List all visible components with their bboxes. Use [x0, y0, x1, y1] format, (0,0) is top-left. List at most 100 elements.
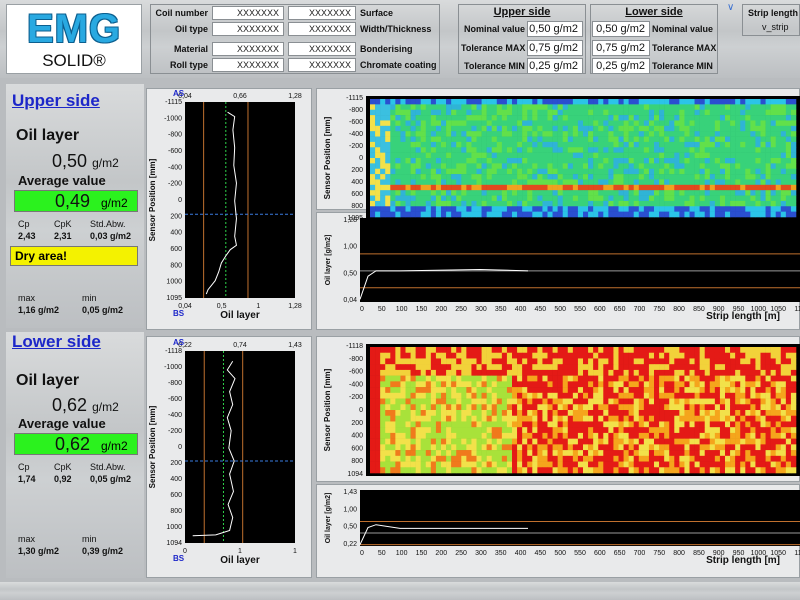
heatmap-cell	[517, 131, 523, 137]
heatmap-cell	[486, 467, 493, 474]
heatmap-cell	[623, 375, 629, 382]
heatmap-cell	[598, 152, 604, 159]
heatmap-cell	[577, 358, 584, 365]
heatmap-cell	[471, 174, 477, 180]
heatmap-cell	[441, 404, 447, 411]
heatmap-cell	[557, 450, 564, 457]
heatmap-cell	[638, 369, 645, 376]
heatmap-cell	[512, 347, 518, 354]
heatmap-cell	[461, 104, 467, 111]
heatmap-cell	[714, 364, 721, 371]
heatmap-cell	[654, 369, 660, 376]
heatmap-cell	[461, 174, 467, 180]
heatmap-cell	[415, 369, 422, 376]
heatmap-cell	[405, 461, 411, 468]
heatmap-cell	[481, 200, 487, 207]
heatmap-cell	[775, 444, 782, 451]
heatmap-cell	[410, 450, 416, 457]
heatmap-cell	[385, 125, 391, 132]
heatmap-cell	[588, 358, 594, 365]
heatmap-cell	[775, 432, 782, 439]
heatmap-cell	[684, 432, 690, 439]
heatmap-cell	[709, 364, 716, 371]
heatmap-cell	[669, 467, 675, 474]
heatmap-cell	[669, 398, 675, 405]
heatmap-cell	[643, 467, 650, 474]
heatmap-cell	[780, 125, 787, 132]
heatmap-cell	[704, 352, 711, 359]
heatmap-cell	[572, 352, 579, 359]
heatmap-cell	[370, 104, 376, 111]
heatmap-cell	[410, 168, 416, 175]
heatmap-cell	[583, 461, 589, 468]
heatmap-cell	[669, 195, 675, 202]
heatmap-cell	[385, 190, 391, 196]
heatmap-cell	[491, 141, 498, 148]
heatmap-cell	[441, 375, 447, 382]
heatmap-cell	[375, 404, 381, 411]
heatmap-cell	[608, 455, 614, 462]
heatmap-cell	[790, 410, 797, 417]
heatmap-cell	[471, 168, 477, 175]
heatmap-cell	[765, 104, 771, 111]
heatmap-cell	[659, 432, 665, 439]
heatmap-cell	[730, 347, 736, 354]
heatmap-cell	[593, 444, 599, 451]
heatmap-cell	[709, 109, 716, 116]
heatmap-cell	[714, 404, 721, 411]
heatmap-cell	[770, 432, 777, 439]
heatmap-cell	[669, 438, 675, 445]
heatmap-cell	[593, 450, 599, 457]
heatmap-cell	[628, 179, 635, 186]
heatmap-cell	[790, 444, 797, 451]
heatmap-cell	[775, 369, 782, 376]
heatmap-cell	[598, 184, 604, 191]
heatmap-cell	[643, 427, 650, 434]
heatmap-cell	[725, 99, 731, 105]
heatmap-cell	[725, 387, 731, 394]
heatmap-cell	[370, 168, 376, 175]
heatmap-cell	[471, 158, 477, 164]
heatmap-cell	[532, 168, 538, 175]
heatmap-cell	[446, 438, 452, 445]
heatmap-cell	[461, 120, 467, 127]
heatmap-cell	[400, 410, 406, 417]
heatmap-cell	[679, 184, 685, 191]
heatmap-cell	[405, 369, 411, 376]
heatmap-cell	[714, 450, 721, 457]
heatmap-cell	[567, 120, 574, 127]
heatmap-cell	[496, 174, 503, 180]
heatmap-cell	[537, 200, 543, 207]
heatmap-cell	[694, 190, 700, 196]
heatmap-cell	[446, 141, 452, 148]
heatmap-cell	[603, 120, 609, 127]
heatmap-cell	[395, 381, 401, 388]
heatmap-cell	[648, 410, 655, 417]
heatmap-cell	[618, 136, 624, 143]
heatmap-cell	[709, 211, 716, 218]
heatmap-cell	[441, 432, 447, 439]
trend-xtick: 100	[396, 306, 408, 313]
heatmap-cell	[643, 432, 650, 439]
heatmap-cell	[740, 211, 746, 218]
heatmap-cell	[669, 381, 675, 388]
heatmap-cell	[709, 432, 716, 439]
heatmap-cell	[775, 392, 782, 399]
heatmap-cell	[446, 99, 452, 105]
heatmap-cell	[689, 455, 695, 462]
heatmap-cell	[506, 444, 513, 451]
heatmap-cell	[684, 147, 690, 153]
heatmap-cell	[755, 381, 761, 388]
heatmap-cell	[435, 211, 442, 218]
heatmap-cell	[466, 415, 472, 422]
heatmap-cell	[719, 158, 726, 164]
heatmap-cell	[608, 358, 614, 365]
heatmap-cell	[654, 415, 660, 422]
heatmap-cell	[380, 120, 386, 127]
heatmap-cell	[425, 450, 432, 457]
heatmap-cell	[471, 410, 477, 417]
heatmap-cell	[491, 174, 498, 180]
heatmap-cell	[532, 444, 538, 451]
heatmap-cell	[456, 179, 462, 186]
heatmap-cell	[719, 136, 726, 143]
